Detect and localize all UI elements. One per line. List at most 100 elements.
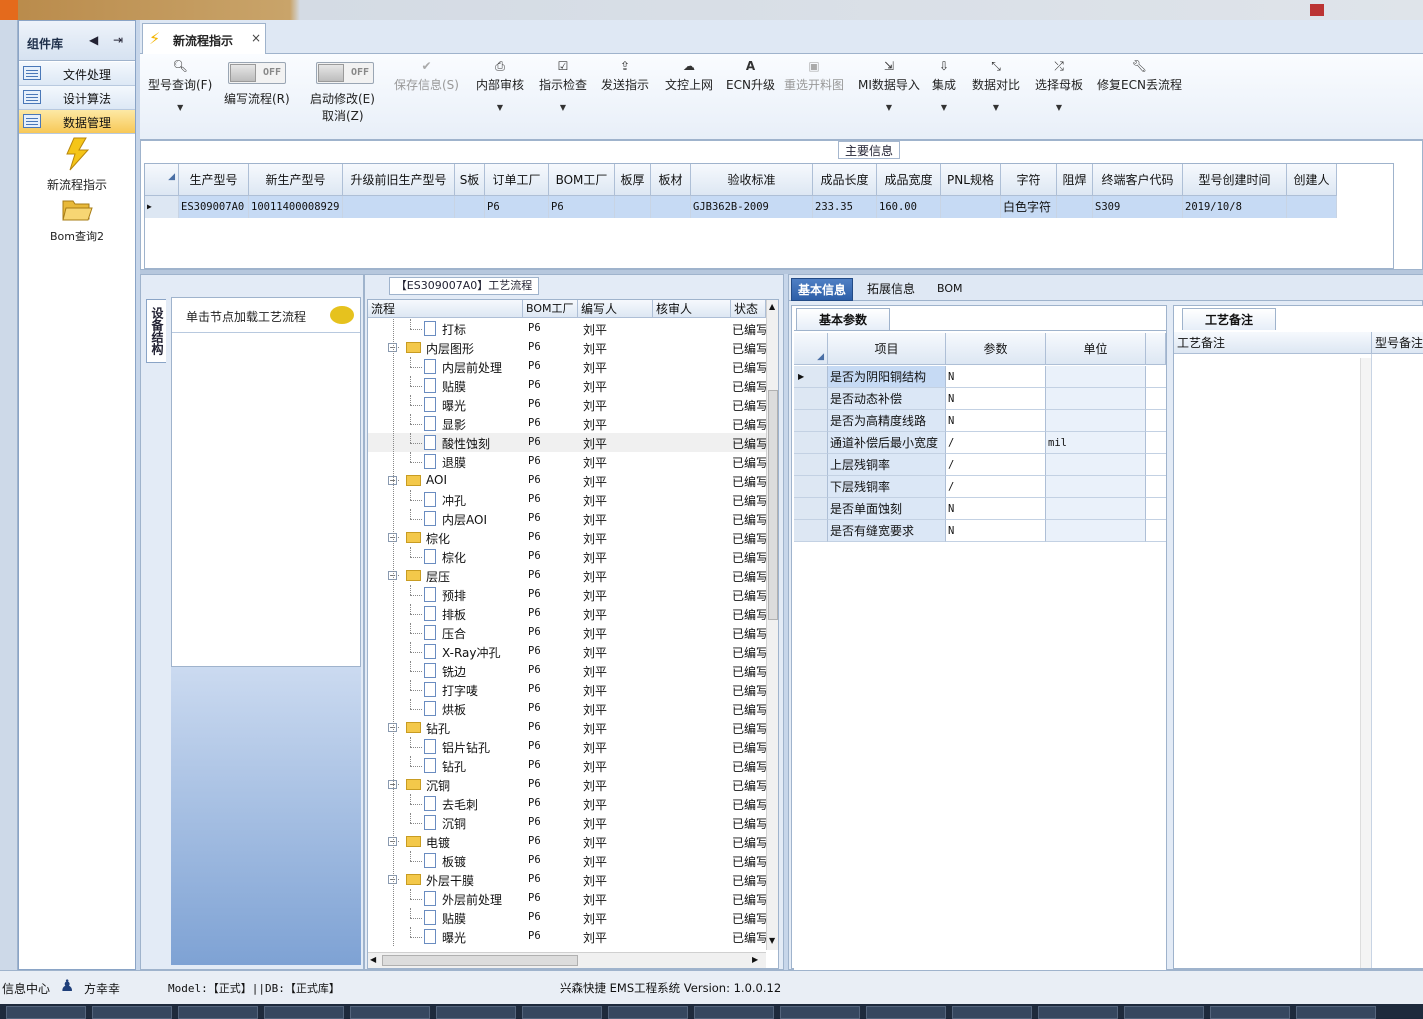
param-row[interactable]: 是否为高精度线路 N bbox=[794, 410, 1166, 432]
process-row[interactable]: 铣边 P6 刘平 已编写 bbox=[368, 661, 766, 680]
mi-import-button[interactable]: ⇲ MI数据导入 ▼ bbox=[858, 58, 920, 112]
grid-cell[interactable] bbox=[343, 196, 455, 218]
taskbar-item[interactable] bbox=[1210, 1006, 1290, 1019]
process-row[interactable]: 打字唛 P6 刘平 已编写 bbox=[368, 680, 766, 699]
param-unit[interactable] bbox=[1046, 476, 1146, 498]
send-instruction-button[interactable]: ⇪ 发送指示 bbox=[601, 58, 649, 93]
tab-extended-info[interactable]: 拓展信息 bbox=[861, 278, 921, 301]
taskbar-item[interactable] bbox=[1124, 1006, 1204, 1019]
grid-cell[interactable] bbox=[1057, 196, 1093, 218]
process-row[interactable]: 退膜 P6 刘平 已编写 bbox=[368, 452, 766, 471]
col-header[interactable]: 阻焊 bbox=[1057, 164, 1093, 196]
col-header[interactable]: 字符 bbox=[1001, 164, 1057, 196]
process-row[interactable]: 外层前处理 P6 刘平 已编写 bbox=[368, 889, 766, 908]
select-master-button[interactable]: ⤮ 选择母板 ▼ bbox=[1035, 58, 1083, 112]
param-value[interactable]: / bbox=[946, 454, 1046, 476]
process-row[interactable]: X-Ray冲孔 P6 刘平 已编写 bbox=[368, 642, 766, 661]
col-header-model-remark[interactable]: 型号备注 bbox=[1372, 332, 1423, 354]
col-header[interactable]: 升级前旧生产型号 bbox=[343, 164, 455, 196]
grid-cell[interactable]: 白色字符 bbox=[1001, 196, 1057, 218]
param-value[interactable]: / bbox=[946, 432, 1046, 454]
tab-process-remarks[interactable]: 工艺备注 bbox=[1182, 308, 1276, 330]
taskbar-item[interactable] bbox=[92, 1006, 172, 1019]
process-row[interactable]: 排板 P6 刘平 已编写 bbox=[368, 604, 766, 623]
process-row[interactable]: − 棕化 P6 刘平 已编写 bbox=[368, 528, 766, 547]
param-unit[interactable] bbox=[1046, 454, 1146, 476]
param-row[interactable]: 通道补偿后最小宽度 / mil bbox=[794, 432, 1166, 454]
repair-ecn-button[interactable]: 🔧︎ 修复ECN丢流程 bbox=[1097, 58, 1182, 93]
process-row[interactable]: 内层AOI P6 刘平 已编写 bbox=[368, 509, 766, 528]
doc-upload-button[interactable]: ☁ 文控上网 bbox=[665, 58, 713, 93]
grid-cell[interactable] bbox=[615, 196, 651, 218]
integrate-button[interactable]: ⇩ 集成 ▼ bbox=[932, 58, 956, 112]
save-info-button[interactable]: ✔ 保存信息(S) bbox=[394, 58, 459, 93]
process-row[interactable]: 冲孔 P6 刘平 已编写 bbox=[368, 490, 766, 509]
process-row[interactable]: 贴膜 P6 刘平 已编写 bbox=[368, 908, 766, 927]
process-row[interactable]: 内层前处理 P6 刘平 已编写 bbox=[368, 357, 766, 376]
data-compare-button[interactable]: ⤡ 数据对比 ▼ bbox=[972, 58, 1020, 112]
process-row[interactable]: 曝光 P6 刘平 已编写 bbox=[368, 927, 766, 946]
grid-cell[interactable]: 233.35 bbox=[813, 196, 877, 218]
param-unit[interactable] bbox=[1046, 520, 1146, 542]
menu-item-file-processing[interactable]: 文件处理 bbox=[19, 62, 135, 86]
close-tab-icon[interactable]: × bbox=[251, 31, 261, 45]
col-header[interactable]: 生产型号 bbox=[179, 164, 249, 196]
grid-cell[interactable] bbox=[651, 196, 691, 218]
horizontal-scrollbar[interactable]: ◀ ▶ bbox=[368, 952, 766, 968]
write-flow-toggle[interactable]: OFF bbox=[228, 62, 286, 84]
process-row[interactable]: 板镀 P6 刘平 已编写 bbox=[368, 851, 766, 870]
grid-cell[interactable]: 2019/10/8 bbox=[1183, 196, 1287, 218]
param-value[interactable]: / bbox=[946, 476, 1046, 498]
param-value[interactable]: N bbox=[946, 366, 1046, 388]
grid-cell[interactable] bbox=[455, 196, 485, 218]
process-row[interactable]: 钻孔 P6 刘平 已编写 bbox=[368, 756, 766, 775]
instruction-check-button[interactable]: ☑ 指示检查 ▼ bbox=[539, 58, 587, 112]
ecn-upgrade-button[interactable]: A ECN升级 bbox=[726, 58, 775, 93]
col-header[interactable]: 板材 bbox=[651, 164, 691, 196]
pin-icon[interactable]: ⇥ bbox=[113, 33, 123, 47]
taskbar-item[interactable] bbox=[6, 1006, 86, 1019]
col-header[interactable]: 验收标准 bbox=[691, 164, 813, 196]
grid-cell[interactable] bbox=[1287, 196, 1337, 218]
start-edit-toggle[interactable]: OFF bbox=[316, 62, 374, 84]
process-row[interactable]: 烘板 P6 刘平 已编写 bbox=[368, 699, 766, 718]
param-row[interactable]: 下层残铜率 / bbox=[794, 476, 1166, 498]
col-header-flow[interactable]: 流程 bbox=[368, 300, 523, 318]
taskbar-item[interactable] bbox=[264, 1006, 344, 1019]
grid-cell[interactable]: P6 bbox=[549, 196, 615, 218]
param-unit[interactable] bbox=[1046, 388, 1146, 410]
collapse-left-icon[interactable]: ◀ bbox=[89, 33, 98, 47]
info-center-link[interactable]: 信息中心 bbox=[2, 980, 50, 997]
process-row[interactable]: 贴膜 P6 刘平 已编写 bbox=[368, 376, 766, 395]
taskbar-item[interactable] bbox=[952, 1006, 1032, 1019]
tab-new-flow[interactable]: ⚡ 新流程指示 × bbox=[142, 23, 266, 54]
col-header-bom[interactable]: BOM工厂 bbox=[523, 300, 578, 318]
param-row[interactable]: 是否单面蚀刻 N bbox=[794, 498, 1166, 520]
taskbar-item[interactable] bbox=[866, 1006, 946, 1019]
scroll-thumb[interactable] bbox=[382, 955, 578, 966]
col-header[interactable]: BOM工厂 bbox=[549, 164, 615, 196]
col-header-process-remark[interactable]: 工艺备注 bbox=[1174, 332, 1372, 354]
process-row[interactable]: 曝光 P6 刘平 已编写 bbox=[368, 395, 766, 414]
internal-review-button[interactable]: ⎙ 内部审核 ▼ bbox=[476, 58, 524, 112]
taskbar-item[interactable] bbox=[1038, 1006, 1118, 1019]
param-row[interactable]: 上层残铜率 / bbox=[794, 454, 1166, 476]
param-unit[interactable] bbox=[1046, 410, 1146, 432]
tab-equipment-structure[interactable]: 设备结构 bbox=[146, 299, 166, 363]
process-row[interactable]: − 钻孔 P6 刘平 已编写 bbox=[368, 718, 766, 737]
col-header-unit[interactable]: 单位 bbox=[1046, 333, 1146, 365]
col-header[interactable]: 终端客户代码 bbox=[1093, 164, 1183, 196]
col-header-item[interactable]: 项目 bbox=[828, 333, 946, 365]
col-header-writer[interactable]: 编写人 bbox=[578, 300, 653, 318]
grid-cell[interactable]: S309 bbox=[1093, 196, 1183, 218]
process-row[interactable]: − 电镀 P6 刘平 已编写 bbox=[368, 832, 766, 851]
taskbar-item[interactable] bbox=[694, 1006, 774, 1019]
close-window-icon[interactable] bbox=[1310, 4, 1324, 16]
process-row[interactable]: 去毛刺 P6 刘平 已编写 bbox=[368, 794, 766, 813]
shortcut-bom-query[interactable]: Bom查询2 bbox=[19, 195, 135, 244]
reselect-cut-button[interactable]: ▣ 重选开料图 bbox=[784, 58, 844, 93]
param-value[interactable]: N bbox=[946, 498, 1046, 520]
tab-basic-info[interactable]: 基本信息 bbox=[791, 278, 854, 301]
tab-basic-params[interactable]: 基本参数 bbox=[796, 308, 890, 330]
process-row[interactable]: 酸性蚀刻 P6 刘平 已编写 bbox=[368, 433, 766, 452]
